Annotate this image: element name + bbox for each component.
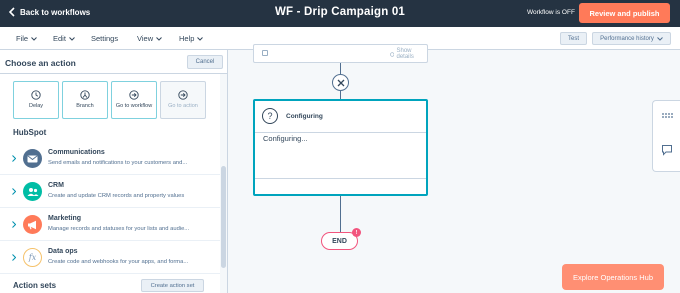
chevron-right-icon (12, 188, 16, 195)
action-tiles: Delay Branch Go to workflow Go to action (13, 81, 206, 119)
chevron-down-icon (69, 36, 75, 41)
branch-icon (80, 90, 90, 100)
category-description: Create and update CRM records and proper… (48, 193, 185, 199)
error-badge: ! (352, 228, 361, 237)
category-title: Communications (48, 149, 105, 156)
workflow-canvas[interactable]: Show details ? Configuring Configuring..… (229, 44, 680, 293)
show-details-link[interactable]: Show details (390, 48, 427, 60)
envelope-icon (23, 149, 42, 168)
menu-settings[interactable]: Settings (91, 34, 118, 43)
tile-delay[interactable]: Delay (13, 81, 59, 119)
category-title: Marketing (48, 215, 82, 222)
cancel-button[interactable]: Cancel (187, 55, 223, 69)
menu-settings-label: Settings (91, 34, 119, 43)
category-marketing[interactable]: Marketing Manage records and statuses fo… (0, 208, 220, 241)
tile-go-to-workflow[interactable]: Go to workflow (111, 81, 157, 119)
tile-branch[interactable]: Branch (62, 81, 108, 119)
connector-line (340, 91, 341, 99)
tile-go-to-workflow-label: Go to workflow (115, 103, 153, 109)
menu-file-label: File (16, 34, 29, 43)
show-details-label: Show details (396, 48, 414, 60)
menu-view-label: View (137, 34, 154, 43)
panel-scrollbar[interactable] (220, 74, 227, 293)
checkbox[interactable] (262, 50, 268, 56)
arrow-right-circle-icon (178, 90, 188, 100)
test-button[interactable]: Test (560, 32, 587, 45)
category-crm[interactable]: CRM Create and update CRM records and pr… (0, 175, 220, 208)
previous-action-card[interactable]: Show details (253, 44, 428, 63)
close-icon (337, 79, 344, 86)
chevron-down-icon (31, 36, 37, 41)
card-header: ? Configuring (255, 101, 426, 133)
megaphone-icon (23, 215, 42, 234)
chevron-right-icon (12, 221, 16, 228)
workflow-status: Workflow is OFF (527, 9, 575, 16)
workflow-title[interactable]: WF - Drip Campaign 01 (0, 6, 680, 18)
connector-line (340, 63, 341, 74)
tile-go-to-action-label: Go to action (168, 103, 198, 109)
grid-dots-icon[interactable] (661, 109, 673, 121)
category-title: CRM (48, 182, 64, 189)
chevron-down-icon (656, 36, 663, 41)
panel-header: Choose an action Cancel (0, 50, 227, 74)
choose-action-panel: Choose an action Cancel Delay Branch Go … (0, 50, 228, 293)
chevron-down-icon (197, 36, 204, 41)
card-divider (255, 178, 426, 179)
remove-action-button[interactable] (332, 74, 349, 91)
tile-branch-label: Branch (76, 103, 94, 109)
panel-title: Choose an action (5, 58, 76, 68)
menu-edit[interactable]: Edit (53, 34, 75, 43)
category-description: Create code and webhooks for your apps, … (48, 259, 189, 265)
explore-operations-hub-button[interactable]: Explore Operations Hub (562, 264, 664, 290)
top-bar: Back to workflows WF - Drip Campaign 01 … (0, 0, 680, 27)
scrollbar-thumb[interactable] (221, 166, 226, 268)
configuring-action-card[interactable]: ? Configuring Configuring... (253, 99, 428, 196)
card-title: Configuring (286, 113, 323, 120)
category-title: Data ops (48, 248, 78, 255)
comment-icon[interactable] (661, 144, 673, 156)
menu-help[interactable]: Help (179, 34, 204, 43)
review-and-publish-button[interactable]: Review and publish (579, 3, 670, 23)
section-hubspot-title: HubSpot (13, 128, 47, 137)
tile-delay-label: Delay (28, 103, 44, 109)
create-action-set-button[interactable]: Create action set (141, 279, 204, 292)
category-description: Send emails and notifications to your cu… (48, 160, 188, 166)
question-icon: ? (262, 108, 278, 124)
chevron-down-icon (156, 36, 162, 41)
connector-line (340, 196, 341, 232)
performance-history-button[interactable]: Performance history (592, 32, 671, 45)
menu-view[interactable]: View (137, 34, 162, 43)
chevron-right-icon (12, 155, 16, 162)
performance-history-label: Performance history (600, 35, 654, 42)
arrow-right-circle-icon (129, 90, 139, 100)
function-icon: fx (23, 248, 42, 267)
card-body-text: Configuring... (263, 134, 308, 143)
clock-icon (31, 90, 41, 100)
section-action-sets-title: Action sets (13, 281, 57, 290)
right-side-tabs (652, 100, 680, 172)
menu-help-label: Help (179, 34, 195, 43)
tile-go-to-action[interactable]: Go to action (160, 81, 206, 119)
eye-icon (390, 51, 395, 57)
menu-edit-label: Edit (53, 34, 66, 43)
category-communications[interactable]: Communications Send emails and notificat… (0, 142, 220, 175)
category-data-ops[interactable]: fx Data ops Create code and webhooks for… (0, 241, 220, 274)
menu-file[interactable]: File (16, 34, 37, 43)
chevron-right-icon (12, 254, 16, 261)
category-description: Manage records and statuses for your lis… (48, 226, 190, 232)
people-icon (23, 182, 42, 201)
